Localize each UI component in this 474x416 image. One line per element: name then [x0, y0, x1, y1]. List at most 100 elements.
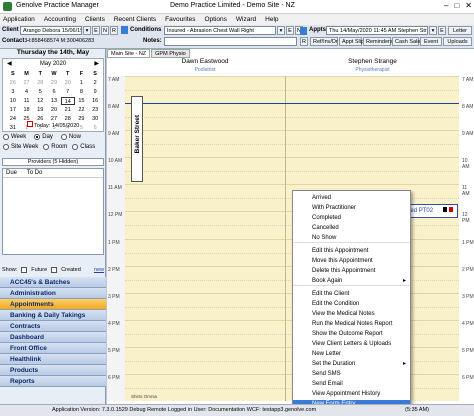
calendar-day[interactable]: 28: [33, 79, 47, 87]
letter-button[interactable]: Letter: [448, 26, 472, 35]
calendar-day[interactable]: 20: [47, 106, 61, 114]
client-dropdown-button[interactable]: ▾: [83, 26, 91, 35]
provider-column-header[interactable]: Stephen Strange Physiotherapist: [286, 58, 459, 76]
calendar-day[interactable]: 4: [20, 88, 34, 96]
menu-item-new-letter[interactable]: New Letter: [293, 350, 410, 359]
cash-sale-button[interactable]: Cash Sale: [392, 37, 420, 46]
provider-column-header[interactable]: Dawn Eastwood Podiatrist: [125, 58, 285, 76]
tab-gpm-physio[interactable]: GPM Physio: [151, 49, 190, 58]
menu-item-set-duration[interactable]: Set the Duration ▸: [293, 360, 410, 369]
menu-item-arrived[interactable]: Arrived: [293, 194, 410, 203]
calendar-day[interactable]: 5: [33, 88, 47, 96]
client-new-button[interactable]: N: [101, 26, 109, 35]
calendar-day[interactable]: 8: [75, 88, 89, 96]
calendar-day[interactable]: 3: [6, 88, 20, 96]
menu-item-with-practitioner[interactable]: With Practitioner: [293, 204, 410, 213]
menu-item-run-medical-notes-report[interactable]: Run the Medical Notes Report: [293, 320, 410, 329]
view-room-radio[interactable]: Room: [43, 144, 67, 150]
nav-appointments[interactable]: Appointments: [0, 299, 106, 310]
menu-item-cancelled[interactable]: Cancelled: [293, 224, 410, 233]
blocked-time-slot[interactable]: Baker Street: [131, 96, 143, 182]
view-site-week-radio[interactable]: Site Week: [3, 144, 38, 150]
calendar-day[interactable]: 15: [75, 97, 89, 105]
menu-item-edit-condition[interactable]: Edit the Condition: [293, 300, 410, 309]
nav-dashboard[interactable]: Dashboard: [0, 332, 106, 343]
nav-healthlink[interactable]: Healthlink: [0, 354, 106, 365]
menu-item-delete-appointment[interactable]: Delete this Appointment: [293, 267, 410, 276]
nav-front-office[interactable]: Front Office: [0, 343, 106, 354]
nav-contracts[interactable]: Contracts: [0, 321, 106, 332]
tab-main-site-nz[interactable]: Main Site - NZ: [107, 49, 151, 58]
view-week-radio[interactable]: Week: [3, 134, 26, 140]
calendar-day[interactable]: 23: [88, 106, 102, 114]
menu-item-edit-appointment[interactable]: Edit this Appointment: [293, 247, 410, 256]
calendar-day[interactable]: 1: [75, 79, 89, 87]
appts-field[interactable]: Thu 14/May/2020 11:45 AM Stephen Str: [326, 26, 428, 35]
calendar-day[interactable]: 29: [47, 79, 61, 87]
notes-field[interactable]: [164, 37, 297, 46]
maximize-icon[interactable]: □: [454, 1, 459, 10]
client-refresh-button[interactable]: R: [110, 26, 118, 35]
today-link[interactable]: Today: 14/05/2020: [3, 121, 103, 129]
menu-clients[interactable]: Clients: [85, 14, 105, 25]
appts-dropdown-button[interactable]: ▾: [429, 26, 437, 35]
client-field[interactable]: Arango Debora 15/06/199: [20, 26, 82, 35]
menu-item-view-medical-notes[interactable]: View the Medical Notes: [293, 310, 410, 319]
menu-help[interactable]: Help: [265, 14, 278, 25]
calendar-day[interactable]: 30: [61, 79, 75, 87]
close-icon[interactable]: ✕: [465, 1, 472, 10]
calendar-day[interactable]: 16: [88, 97, 102, 105]
future-checkbox[interactable]: [21, 267, 28, 273]
calendar-day[interactable]: 17: [6, 106, 20, 114]
nav-products[interactable]: Products: [0, 365, 106, 376]
conditions-field[interactable]: Insured - Abrasion Chest Wall Right: [164, 26, 276, 35]
calendar-day[interactable]: 27: [20, 79, 34, 87]
calendar-day[interactable]: 7: [61, 88, 75, 96]
appts-edit-button[interactable]: E: [438, 26, 446, 35]
menu-item-view-client-letters[interactable]: View Client Letters & Uploads: [293, 340, 410, 349]
menu-item-book-again[interactable]: Book Again ▸: [293, 277, 410, 286]
appt-slip-button[interactable]: Appt Slip: [339, 37, 364, 46]
calendar-day[interactable]: 2: [88, 79, 102, 87]
event-button[interactable]: Event: [420, 37, 442, 46]
reminders-button[interactable]: Reminders: [363, 37, 393, 46]
menu-accounting[interactable]: Accounting: [44, 14, 76, 25]
menu-application[interactable]: Application: [3, 14, 35, 25]
conditions-edit-button[interactable]: E: [286, 26, 294, 35]
menu-item-move-appointment[interactable]: Move this Appointment: [293, 257, 410, 266]
calendar-day[interactable]: 11: [20, 97, 34, 105]
menu-item-edit-client[interactable]: Edit the Client: [293, 290, 410, 299]
calendar-day[interactable]: 14: [60, 97, 75, 105]
calendar-day[interactable]: 9: [88, 88, 102, 96]
menu-item-send-email[interactable]: Send Email: [293, 380, 410, 389]
calendar-day[interactable]: 13: [47, 97, 61, 105]
nav-administration[interactable]: Administration: [0, 288, 106, 299]
calendar-day[interactable]: 18: [20, 106, 34, 114]
conditions-dropdown-button[interactable]: ▾: [277, 26, 285, 35]
calendar-day[interactable]: 26: [6, 79, 20, 87]
nav-acc45s-batches[interactable]: ACC45's & Batches: [0, 277, 106, 288]
menu-item-send-sms[interactable]: Send SMS: [293, 370, 410, 379]
minimize-icon[interactable]: –: [444, 1, 448, 10]
menu-item-view-appointment-history[interactable]: View Appointment History: [293, 390, 410, 399]
menu-item-completed[interactable]: Completed: [293, 214, 410, 223]
uploads-button[interactable]: Uploads: [443, 37, 472, 46]
calendar-day[interactable]: 21: [61, 106, 75, 114]
calendar-day[interactable]: 22: [75, 106, 89, 114]
menu-options[interactable]: Options: [205, 14, 227, 25]
nav-reports[interactable]: Reports: [0, 376, 106, 387]
menu-wizard[interactable]: Wizard: [236, 14, 256, 25]
menu-recent-clients[interactable]: Recent Clients: [114, 14, 156, 25]
calendar-day[interactable]: 12: [33, 97, 47, 105]
toolbar-r-button[interactable]: R: [300, 37, 308, 46]
calendar-day[interactable]: 6: [47, 88, 61, 96]
prev-month-icon[interactable]: ◀: [7, 60, 12, 69]
menu-favourites[interactable]: Favourites: [165, 14, 195, 25]
new-todo-link[interactable]: new: [94, 267, 104, 273]
calendar-day[interactable]: 19: [33, 106, 47, 114]
calendar-day[interactable]: 10: [6, 97, 20, 105]
menu-item-show-outcome-report[interactable]: Show the Outcome Report: [293, 330, 410, 339]
created-checkbox[interactable]: [51, 267, 58, 273]
nav-banking-daily-takings[interactable]: Banking & Daily Takings: [0, 310, 106, 321]
providers-select[interactable]: Providers (5 Hidden): [2, 158, 104, 166]
